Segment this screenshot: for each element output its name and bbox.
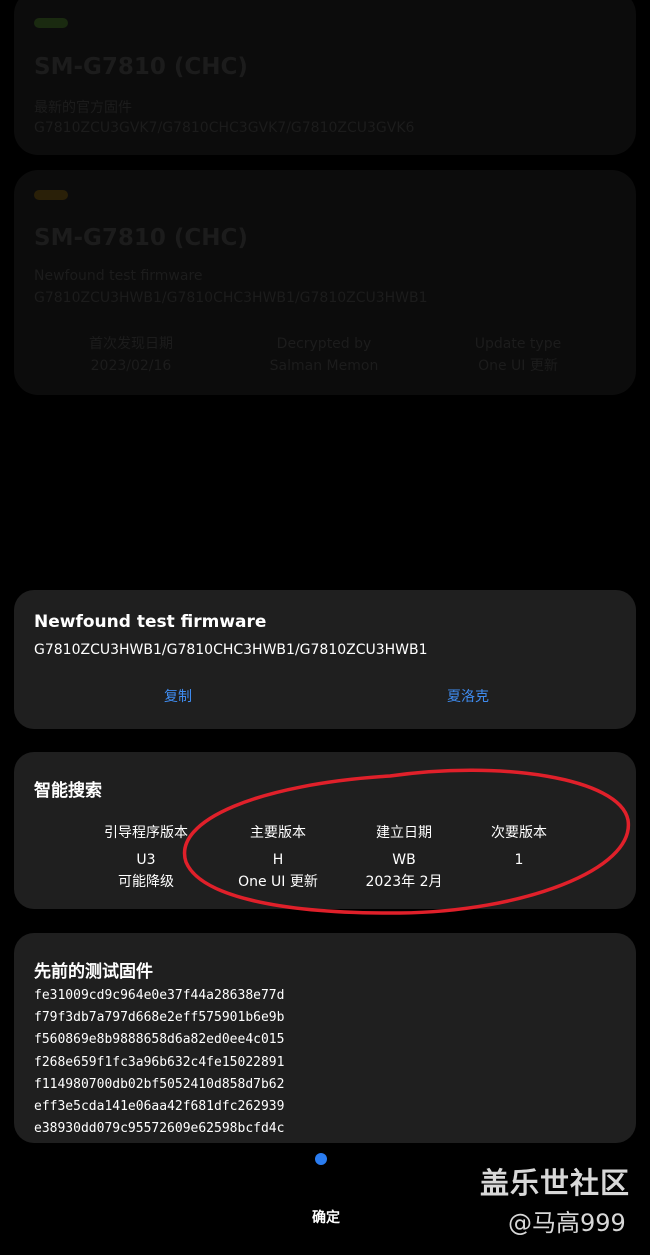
column-header: 建立日期 xyxy=(376,825,432,841)
column-value: WB xyxy=(392,852,416,868)
column-note: One UI 更新 xyxy=(238,874,318,890)
hash-item: f268e659f1fc3a96b632c4fe15022891 xyxy=(34,1054,285,1070)
model-title: SM-G7810 (CHC) xyxy=(34,54,248,80)
stat-value: 2023/02/16 xyxy=(90,358,172,374)
sherlock-button[interactable]: 夏洛克 xyxy=(447,686,489,706)
model-title: SM-G7810 (CHC) xyxy=(34,225,248,251)
stat-update-type: Update type One UI 更新 xyxy=(428,333,608,377)
copy-button[interactable]: 复制 xyxy=(164,686,192,706)
hash-item: fe31009cd9c964e0e37f44a28638e77d xyxy=(34,988,285,1003)
ok-button[interactable]: 确定 xyxy=(290,1207,362,1227)
smart-search-card: 智能搜索 引导程序版本 U3 可能降级 主要版本 H One UI 更新 建立日… xyxy=(14,752,636,909)
column-header: 主要版本 xyxy=(250,825,306,841)
hash-item: f560869e8b9888658d6a82ed0ee4c015 xyxy=(34,1032,285,1048)
minor-version-column: 次要版本 1 xyxy=(454,822,584,871)
hash-list[interactable]: fe31009cd9c964e0e37f44a28638e77d f79f3db… xyxy=(34,985,284,1140)
major-version-column: 主要版本 H One UI 更新 xyxy=(213,822,343,893)
smart-search-title: 智能搜索 xyxy=(34,781,102,801)
column-header: 引导程序版本 xyxy=(104,825,188,841)
hash-item: f114980700db02bf5052410d858d7b62 xyxy=(34,1076,285,1092)
column-value: H xyxy=(272,852,284,868)
firmware-versions: G7810ZCU3GVK7/G7810CHC3GVK7/G7810ZCU3GVK… xyxy=(34,120,415,136)
firmware-card-title: Newfound test firmware xyxy=(34,612,267,632)
column-value: 1 xyxy=(514,852,524,868)
stat-value: One UI 更新 xyxy=(478,358,558,374)
stat-decrypted-by: Decrypted by Salman Memon xyxy=(234,333,414,377)
watermark-brand: 盖乐世社区 xyxy=(480,1166,631,1200)
stat-first-found: 首次发现日期 2023/02/16 xyxy=(41,333,221,377)
firmware-subtitle: Newfound test firmware xyxy=(34,268,203,284)
column-value: U3 xyxy=(136,852,156,868)
stat-label: 首次发现日期 xyxy=(89,336,173,352)
hash-item: f79f3db7a797d668e2eff575901b6e9b xyxy=(34,1010,285,1026)
column-note: 可能降级 xyxy=(118,874,174,890)
status-pill xyxy=(34,18,68,28)
status-pill xyxy=(34,190,68,200)
watermark-username: @马高999 xyxy=(508,1209,626,1237)
hash-item: eff3e5cda141e06aa42f681dfc262939 xyxy=(34,1099,285,1115)
build-date-column: 建立日期 WB 2023年 2月 xyxy=(339,822,469,893)
stat-value: Salman Memon xyxy=(269,358,379,374)
firmware-version-string: G7810ZCU3HWB1/G7810CHC3HWB1/G7810ZCU3HWB… xyxy=(34,642,428,658)
previous-test-firmware-card[interactable]: 先前的测试固件 fe31009cd9c964e0e37f44a28638e77d… xyxy=(14,933,636,1143)
stat-label: Update type xyxy=(474,336,562,352)
background-firmware-card-test: SM-G7810 (CHC) Newfound test firmware G7… xyxy=(14,170,636,395)
hash-item: e38930dd079c95572609e62598bcfd4c xyxy=(34,1121,285,1137)
column-header: 次要版本 xyxy=(491,825,547,841)
firmware-subtitle: 最新的官方固件 xyxy=(34,100,132,116)
column-note: 2023年 2月 xyxy=(365,874,443,890)
background-firmware-card-latest: SM-G7810 (CHC) 最新的官方固件 G7810ZCU3GVK7/G78… xyxy=(14,0,636,155)
page-indicator-dot xyxy=(315,1153,327,1165)
bootloader-version-column: 引导程序版本 U3 可能降级 xyxy=(81,822,211,893)
previous-test-firmware-title: 先前的测试固件 xyxy=(34,962,153,982)
firmware-detail-card: Newfound test firmware G7810ZCU3HWB1/G78… xyxy=(14,590,636,729)
firmware-versions: G7810ZCU3HWB1/G7810CHC3HWB1/G7810ZCU3HWB… xyxy=(34,290,428,306)
stat-label: Decrypted by xyxy=(276,336,372,352)
